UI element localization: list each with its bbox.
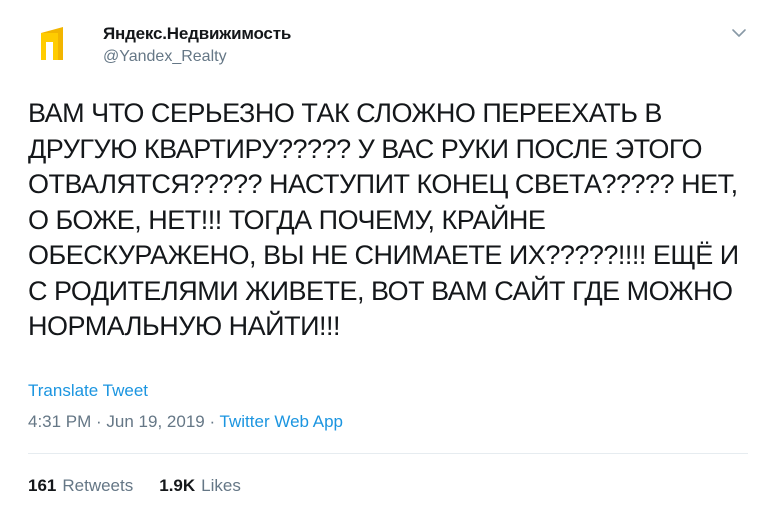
source-app-link[interactable]: Twitter Web App xyxy=(220,412,343,431)
tweet-stats: 161 Retweets 1.9K Likes xyxy=(28,476,241,496)
account-handle[interactable]: @Yandex_Realty xyxy=(103,47,291,67)
chevron-down-icon[interactable] xyxy=(728,22,750,44)
meta-separator: · xyxy=(204,412,220,431)
translate-tweet-link[interactable]: Translate Tweet xyxy=(28,381,148,401)
likes-stat[interactable]: 1.9K Likes xyxy=(159,476,241,496)
tweet-date[interactable]: Jun 19, 2019 xyxy=(106,412,204,431)
tweet-time[interactable]: 4:31 PM xyxy=(28,412,91,431)
yandex-realty-logo-icon xyxy=(41,27,63,60)
account-name-block[interactable]: Яндекс.Недвижимость @Yandex_Realty xyxy=(103,24,291,67)
meta-separator: · xyxy=(91,412,107,431)
retweets-count: 161 xyxy=(28,476,57,495)
likes-label: Likes xyxy=(201,476,241,495)
tweet-meta: 4:31 PM · Jun 19, 2019 · Twitter Web App xyxy=(28,412,343,432)
retweets-stat[interactable]: 161 Retweets xyxy=(28,476,133,496)
display-name[interactable]: Яндекс.Недвижимость xyxy=(103,24,291,44)
divider xyxy=(28,453,748,454)
avatar[interactable] xyxy=(28,18,76,66)
tweet-text: ВАМ ЧТО СЕРЬЕЗНО ТАК СЛОЖНО ПЕРЕЕХАТЬ В … xyxy=(28,98,739,341)
likes-count: 1.9K xyxy=(159,476,196,495)
tweet-card: Яндекс.Недвижимость @Yandex_Realty ВАМ Ч… xyxy=(0,0,768,514)
retweets-label: Retweets xyxy=(62,476,134,495)
